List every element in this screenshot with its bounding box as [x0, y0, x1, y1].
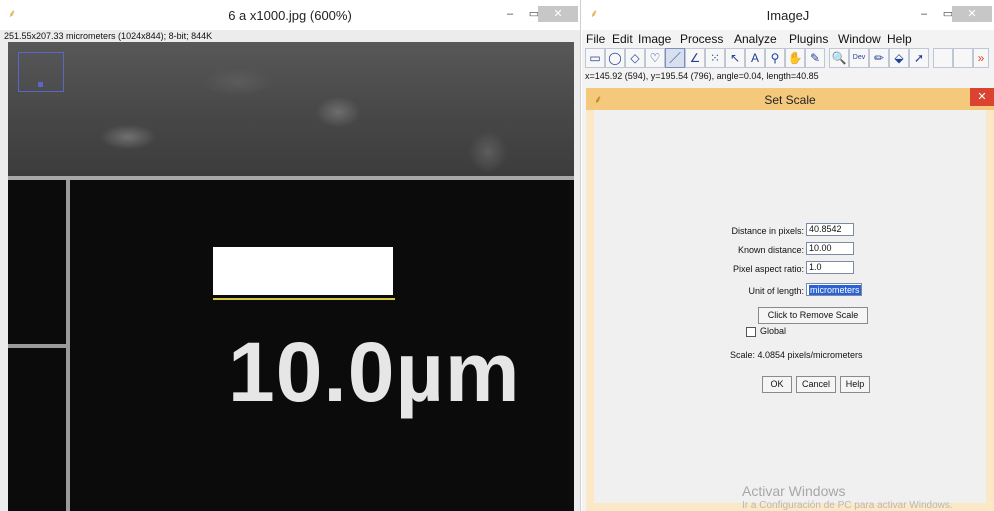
- image-window-controls: – ▭ ✕: [498, 6, 578, 22]
- unit-of-length-field[interactable]: micrometers: [806, 283, 862, 296]
- imagej-titlebar[interactable]: ⸙ ImageJ – ▭ ✕: [582, 0, 994, 30]
- known-distance-field[interactable]: [806, 242, 854, 255]
- activation-watermark-title: Activar Windows: [742, 483, 846, 499]
- arrow-tool-icon[interactable]: ➚: [909, 48, 929, 68]
- remove-scale-button[interactable]: Click to Remove Scale: [758, 307, 868, 324]
- polygon-tool-icon[interactable]: ◇: [625, 48, 645, 68]
- menu-help[interactable]: Help: [887, 32, 912, 46]
- image-window-titlebar[interactable]: ⸙ 6 a x1000.jpg (600%) – ▭ ✕: [0, 0, 580, 30]
- global-checkbox[interactable]: [746, 327, 756, 337]
- dialog-body: Distance in pixels: Known distance: Pixe…: [594, 110, 986, 503]
- distance-in-pixels-field[interactable]: [806, 223, 854, 236]
- rectangle-tool-icon[interactable]: ▭: [585, 48, 605, 68]
- menu-bar: File Edit Image Process Analyze Plugins …: [582, 32, 994, 48]
- pixel-aspect-ratio-field[interactable]: [806, 261, 854, 274]
- image-info-bar: 251.55x207.33 micrometers (1024x844); 8-…: [4, 31, 213, 41]
- menu-window[interactable]: Window: [838, 32, 881, 46]
- pencil-tool-icon[interactable]: ✏: [869, 48, 889, 68]
- cancel-button[interactable]: Cancel: [796, 376, 836, 393]
- oval-tool-icon[interactable]: ◯: [605, 48, 625, 68]
- menu-process[interactable]: Process: [680, 32, 723, 46]
- dialog-titlebar[interactable]: ⸙ Set Scale ✕: [586, 88, 994, 110]
- distance-label: Distance in pixels:: [731, 226, 804, 236]
- hand-tool-icon[interactable]: ✋: [785, 48, 805, 68]
- scale-bar-label: 10.0µm: [228, 325, 521, 419]
- menu-file[interactable]: File: [586, 32, 605, 46]
- sem-texture-region: [8, 42, 574, 176]
- unit-value-selected: micrometers: [809, 285, 861, 295]
- wand-tool-icon[interactable]: ↖: [725, 48, 745, 68]
- scale-summary-text: Scale: 4.0854 pixels/micrometers: [730, 350, 863, 360]
- imagej-window-controls: – ▭ ✕: [912, 6, 992, 22]
- multi-point-tool-icon[interactable]: ⁙: [705, 48, 725, 68]
- empty-tool-slot[interactable]: [953, 48, 973, 68]
- freehand-tool-icon[interactable]: ♡: [645, 48, 665, 68]
- global-label: Global: [760, 326, 787, 336]
- help-button[interactable]: Help: [840, 376, 870, 393]
- menu-edit[interactable]: Edit: [612, 32, 633, 46]
- minimize-icon[interactable]: –: [912, 6, 936, 22]
- image-window-title: 6 a x1000.jpg (600%): [228, 8, 352, 23]
- zoom-tool-icon[interactable]: 🔍: [829, 48, 849, 68]
- fill-tool-icon[interactable]: ⬙: [889, 48, 909, 68]
- scale-bar: [213, 247, 393, 295]
- color-picker-tool-icon[interactable]: ✎: [805, 48, 825, 68]
- more-tools-icon[interactable]: »: [973, 48, 989, 68]
- image-window[interactable]: ⸙ 6 a x1000.jpg (600%) – ▭ ✕ 251.55x207.…: [0, 0, 581, 511]
- set-scale-dialog[interactable]: ⸙ Set Scale ✕ Distance in pixels: Known …: [586, 88, 994, 511]
- dev-tool-icon[interactable]: Dev: [849, 48, 869, 68]
- menu-analyze[interactable]: Analyze: [734, 32, 777, 46]
- angle-tool-icon[interactable]: ∠: [685, 48, 705, 68]
- close-icon[interactable]: ✕: [970, 88, 994, 106]
- unit-label: Unit of length:: [748, 286, 804, 296]
- image-canvas[interactable]: 10.0µm: [8, 42, 574, 511]
- menu-image[interactable]: Image: [638, 32, 671, 46]
- activation-watermark-subtitle: Ir a Configuración de PC para activar Wi…: [742, 500, 953, 511]
- image-divider-line: [8, 176, 574, 180]
- text-tool-icon[interactable]: A: [745, 48, 765, 68]
- close-icon[interactable]: ✕: [952, 6, 992, 22]
- straight-line-tool-icon[interactable]: ／: [665, 48, 685, 68]
- known-distance-label: Known distance:: [737, 245, 804, 255]
- menu-plugins[interactable]: Plugins: [789, 32, 828, 46]
- ok-button[interactable]: OK: [762, 376, 792, 393]
- line-selection[interactable]: [213, 298, 395, 300]
- aspect-ratio-label: Pixel aspect ratio:: [732, 264, 804, 274]
- dialog-title: Set Scale: [764, 93, 816, 107]
- navigator-marker: [38, 82, 43, 87]
- minimize-icon[interactable]: –: [498, 6, 522, 22]
- image-vertical-line: [66, 180, 70, 511]
- magnifier-tool-icon[interactable]: ⚲: [765, 48, 785, 68]
- toolbar: ▭ ◯ ◇ ♡ ／ ∠ ⁙ ↖ A ⚲ ✋ ✎ 🔍 Dev ✏ ⬙ ➚ »: [585, 48, 994, 70]
- image-horizontal-line: [8, 344, 66, 348]
- close-icon[interactable]: ✕: [538, 6, 578, 22]
- empty-tool-slot[interactable]: [933, 48, 953, 68]
- status-bar: x=145.92 (594), y=195.54 (796), angle=0.…: [585, 71, 819, 81]
